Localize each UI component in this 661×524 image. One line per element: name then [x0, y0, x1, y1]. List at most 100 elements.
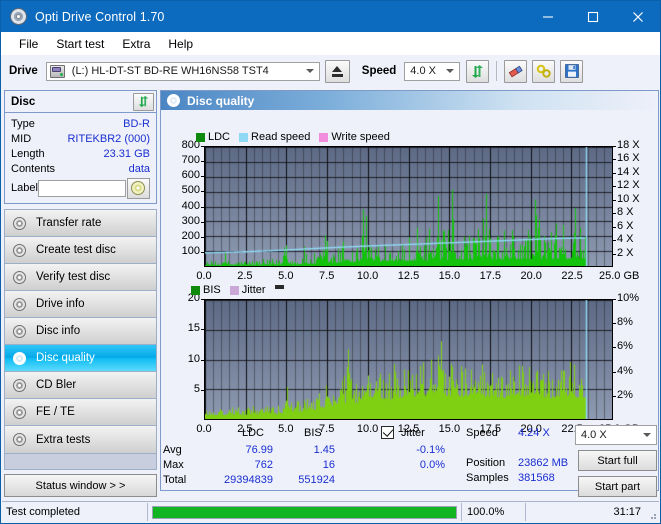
tick-mark — [613, 254, 616, 255]
drive-label: Drive — [9, 65, 38, 77]
position-stat-value: 23862 MB — [518, 457, 569, 469]
disc-info-rows: Type BD-R MID RITEKBR2 (000) Length 23.3… — [5, 113, 156, 203]
sidebar-item-disc-info[interactable]: Disc info — [5, 318, 156, 345]
ldc-legend: LDC Read speed Write speed — [196, 131, 395, 143]
minimize-icon[interactable] — [525, 1, 570, 32]
sidebar-label: Disc quality — [36, 352, 95, 364]
bis-plot-area — [204, 299, 613, 420]
chevron-down-icon — [305, 69, 314, 73]
sidebar-item-extra-tests[interactable]: Extra tests — [5, 426, 156, 453]
statistics-area: LDC BIS Jitter Avg Max Total 76.99 762 2… — [163, 425, 658, 497]
x-axis-tick: 0.0 — [196, 270, 212, 282]
legend-entry-write-speed: Write speed — [319, 131, 390, 143]
menu-extra[interactable]: Extra — [113, 35, 159, 53]
disc-refresh-button[interactable] — [133, 92, 154, 111]
y-axis-tick-right: 14 X — [617, 165, 640, 178]
speed-select[interactable]: 4.0 X — [404, 61, 461, 81]
status-message: Test completed — [6, 506, 80, 518]
legend-label-bis: BIS — [203, 284, 221, 296]
left-panel: Disc Type BD-R MID RITEKBR2 (000) Length… — [4, 90, 157, 497]
tick-mark — [201, 237, 204, 238]
jitter-label: Jitter — [401, 427, 425, 439]
disc-cd-button[interactable] — [126, 177, 150, 199]
sidebar-item-disc-quality[interactable]: Disc quality — [5, 345, 156, 372]
jitter-marker-icon — [274, 285, 284, 289]
y-axis-tick-right: 12 X — [617, 179, 640, 192]
speed-stat-label: Speed — [466, 427, 498, 439]
sidebar-item-transfer-rate[interactable]: Transfer rate — [5, 210, 156, 237]
y-axis-tick-right: 18 X — [617, 139, 640, 151]
bis-legend: BIS Jitter — [191, 284, 284, 296]
start-full-button[interactable]: Start full — [578, 450, 657, 471]
position-stat-label: Position — [466, 457, 506, 469]
refresh-icon — [472, 64, 484, 78]
save-button[interactable] — [560, 59, 584, 83]
disc-icon — [12, 324, 29, 339]
menu-file[interactable]: File — [10, 35, 47, 53]
samples-stat-value: 381568 — [518, 472, 555, 484]
tick-mark — [613, 200, 616, 201]
tick-mark — [201, 252, 204, 253]
y-axis-tick-right: 6% — [617, 340, 633, 353]
status-window-button[interactable]: Status window > > — [4, 474, 157, 497]
y-axis-tick-left: 800 — [181, 139, 200, 151]
sidebar-item-create-test-disc[interactable]: Create test disc — [5, 237, 156, 264]
ldc-plot-area — [204, 146, 613, 267]
disc-icon — [12, 243, 29, 258]
sidebar-item-verify-test-disc[interactable]: Verify test disc — [5, 264, 156, 291]
start-part-button[interactable]: Start part — [578, 476, 657, 497]
disc-row-type: Type BD-R — [11, 116, 150, 131]
resize-grip[interactable] — [647, 510, 657, 520]
sidebar-label: Drive info — [36, 298, 85, 310]
tick-mark — [201, 191, 204, 192]
maximize-icon[interactable] — [570, 1, 615, 32]
x-axis-tick: 25.0 GB — [599, 270, 640, 282]
sidebar-label: Extra tests — [36, 433, 91, 446]
progress-bar — [152, 505, 457, 519]
disc-value-mid: RITEKBR2 (000) — [67, 132, 150, 145]
disc-key-contents: Contents — [11, 162, 56, 175]
tick-mark — [201, 360, 204, 361]
y-axis-tick-right: 10 X — [617, 192, 640, 205]
erase-button[interactable] — [504, 59, 528, 83]
x-axis-tick: 17.5 — [479, 270, 501, 282]
progress-bar-cell — [148, 502, 461, 522]
menu-help[interactable]: Help — [159, 35, 202, 53]
y-axis-tick-left: 300 — [181, 214, 200, 227]
sidebar-item-drive-info[interactable]: Drive info — [5, 291, 156, 318]
stats-bis-max: 16 — [322, 459, 335, 471]
tick-mark — [613, 347, 616, 348]
disc-label-input[interactable] — [38, 179, 127, 197]
test-speed-select[interactable]: 4.0 X — [575, 425, 657, 445]
legend-entry-read-speed: Read speed — [239, 131, 310, 143]
jitter-checkbox[interactable] — [381, 426, 394, 439]
stats-ldc-total: 29394839 — [224, 474, 273, 486]
drive-select[interactable]: (L:) HL-DT-ST BD-RE WH16NS58 TST4 — [45, 61, 320, 81]
speed-stat-value: 4.24 X — [518, 427, 550, 439]
legend-swatch-read-speed — [239, 132, 249, 142]
legend-entry-ldc: LDC — [196, 131, 230, 143]
tools-button[interactable] — [532, 59, 556, 83]
menu-start-test[interactable]: Start test — [47, 35, 113, 53]
refresh-button[interactable] — [466, 59, 490, 83]
stats-bis-total: 551924 — [298, 474, 335, 486]
close-icon[interactable] — [615, 1, 660, 32]
stats-header-ldc: LDC — [242, 427, 265, 439]
disc-icon — [12, 432, 29, 447]
disc-row-mid: MID RITEKBR2 (000) — [11, 131, 150, 146]
status-bar: Test completed 100.0% 31:17 — [2, 501, 659, 522]
tick-mark — [613, 186, 616, 187]
chevron-down-icon — [446, 69, 455, 73]
y-axis-tick-right: 16 X — [617, 152, 640, 165]
eject-button[interactable] — [324, 59, 350, 83]
legend-swatch-jitter — [229, 285, 239, 295]
sidebar-item-cd-bler[interactable]: CD Bler — [5, 372, 156, 399]
y-axis-tick-left: 100 — [181, 244, 200, 257]
legend-label-read-speed: Read speed — [251, 131, 311, 143]
toolbar-divider — [496, 61, 498, 81]
disc-row-label: Label — [11, 177, 150, 199]
disc-icon — [12, 270, 29, 285]
tick-mark — [613, 227, 616, 228]
sidebar-item-fe-te[interactable]: FE / TE — [5, 399, 156, 426]
disc-value-length: 23.31 GB — [103, 147, 150, 160]
